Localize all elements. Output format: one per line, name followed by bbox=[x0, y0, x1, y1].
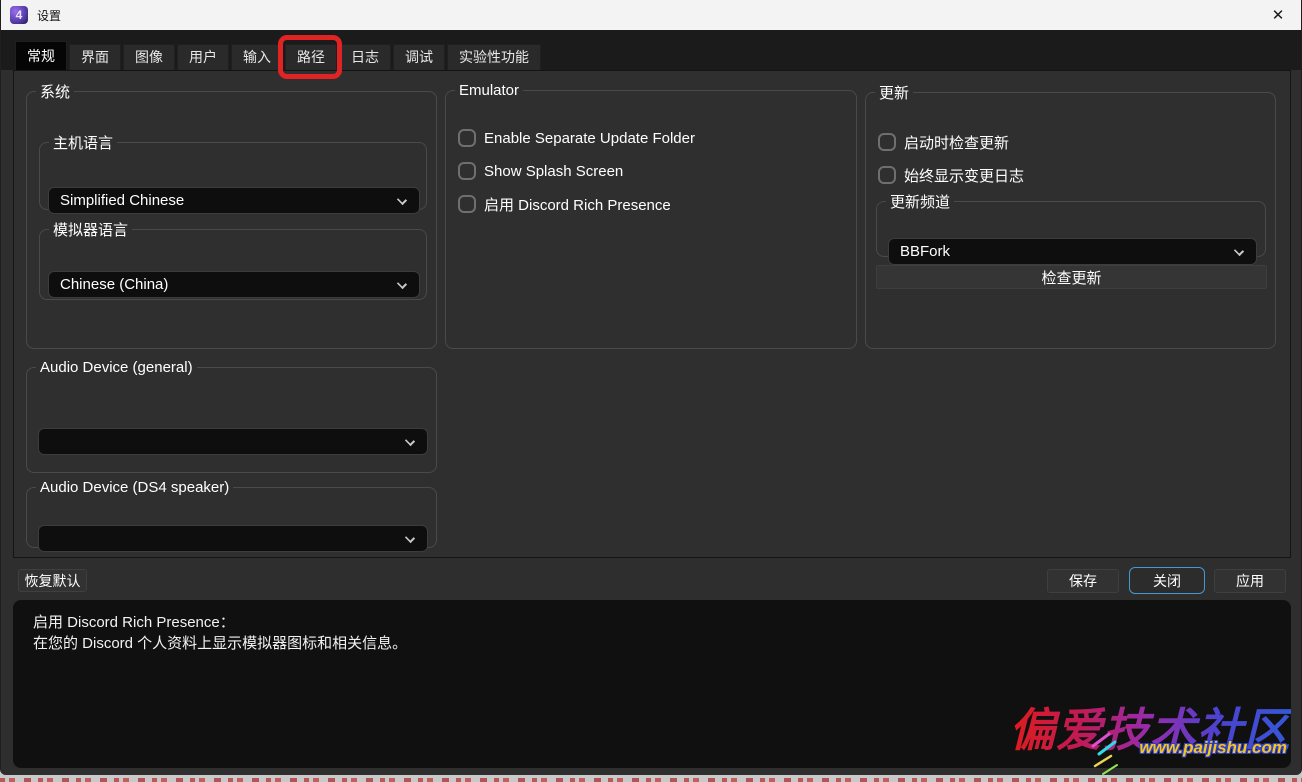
tab-debug[interactable]: 调试 bbox=[393, 44, 445, 70]
checkbox-icon[interactable] bbox=[458, 129, 476, 147]
update-channel-label: 更新频道 bbox=[886, 191, 954, 212]
tab-paths[interactable]: 路径 bbox=[285, 44, 337, 70]
tabs-container: 常规 界面 图像 用户 输入 路径 日志 调试 实验性功能 bbox=[15, 41, 541, 70]
tab-strip: 常规 界面 图像 用户 输入 路径 日志 调试 实验性功能 bbox=[1, 30, 1301, 70]
checkbox-check-updates-at-startup[interactable]: 启动时检查更新 bbox=[878, 131, 1009, 153]
settings-dialog: 4 设置 ✕ 常规 界面 图像 用户 输入 路径 日志 调试 实验性功能 系统 … bbox=[0, 0, 1302, 775]
apply-button[interactable]: 应用 bbox=[1214, 569, 1286, 593]
console-language-value: Simplified Chinese bbox=[60, 192, 184, 209]
checkbox-label: 始终显示变更日志 bbox=[904, 165, 1024, 186]
chevron-down-icon bbox=[1234, 246, 1244, 256]
checkbox-always-show-changelog[interactable]: 始终显示变更日志 bbox=[878, 164, 1024, 186]
tab-user[interactable]: 用户 bbox=[177, 44, 229, 70]
tab-interface[interactable]: 界面 bbox=[69, 44, 121, 70]
close-button[interactable]: 关闭 bbox=[1129, 567, 1205, 594]
chevron-down-icon bbox=[397, 195, 407, 205]
tab-experimental[interactable]: 实验性功能 bbox=[447, 44, 541, 70]
checkbox-label: Enable Separate Update Folder bbox=[484, 130, 695, 147]
console-language-dropdown[interactable]: Simplified Chinese bbox=[48, 187, 420, 214]
general-tab-pane: 系统 主机语言 Simplified Chinese 模拟器语言 Chinese… bbox=[13, 70, 1291, 558]
audio-device-general-dropdown[interactable] bbox=[38, 428, 428, 455]
update-group: 更新 启动时检查更新 始终显示变更日志 更新频道 BBFork 检查更新 bbox=[865, 82, 1276, 349]
emulator-language-group: 模拟器语言 Chinese (China) bbox=[39, 219, 427, 300]
restore-defaults-button[interactable]: 恢复默认 bbox=[18, 569, 87, 592]
titlebar: 4 设置 ✕ bbox=[1, 0, 1301, 30]
description-line1: 启用 Discord Rich Presence： bbox=[33, 612, 1271, 633]
checkbox-icon[interactable] bbox=[878, 166, 896, 184]
update-group-title: 更新 bbox=[875, 82, 913, 103]
tab-input[interactable]: 输入 bbox=[231, 44, 283, 70]
watermark-streaks-icon bbox=[1085, 732, 1125, 775]
system-group-title: 系统 bbox=[36, 81, 74, 102]
checkbox-icon[interactable] bbox=[878, 133, 896, 151]
audio-device-ds4-group: Audio Device (DS4 speaker) bbox=[26, 479, 437, 548]
checkbox-label: 启动时检查更新 bbox=[904, 132, 1009, 153]
update-channel-value: BBFork bbox=[900, 243, 950, 260]
console-language-label: 主机语言 bbox=[49, 132, 117, 153]
bottom-cutoff-strip bbox=[0, 775, 1302, 782]
system-group: 系统 主机语言 Simplified Chinese 模拟器语言 Chinese… bbox=[26, 81, 437, 349]
tab-general[interactable]: 常规 bbox=[15, 41, 67, 70]
tab-log[interactable]: 日志 bbox=[339, 44, 391, 70]
save-button[interactable]: 保存 bbox=[1047, 569, 1119, 593]
emulator-language-dropdown[interactable]: Chinese (China) bbox=[48, 271, 420, 298]
chevron-down-icon bbox=[405, 533, 415, 543]
checkbox-icon[interactable] bbox=[458, 195, 476, 213]
bottom-watermark-remnant bbox=[0, 778, 1302, 782]
emulator-language-value: Chinese (China) bbox=[60, 276, 168, 293]
audio-device-general-group: Audio Device (general) bbox=[26, 359, 437, 473]
checkbox-label: Show Splash Screen bbox=[484, 163, 623, 180]
checkbox-icon[interactable] bbox=[458, 162, 476, 180]
audio-device-ds4-dropdown[interactable] bbox=[38, 525, 428, 552]
update-channel-dropdown[interactable]: BBFork bbox=[888, 238, 1257, 265]
chevron-down-icon bbox=[405, 436, 415, 446]
app-icon: 4 bbox=[10, 6, 28, 24]
audio-device-general-label: Audio Device (general) bbox=[36, 359, 197, 376]
watermark-url: www.paijishu.com bbox=[1139, 738, 1287, 758]
checkbox-show-splash-screen[interactable]: Show Splash Screen bbox=[458, 160, 623, 182]
checkbox-label: 启用 Discord Rich Presence bbox=[484, 194, 671, 215]
emulator-group: Emulator Enable Separate Update Folder S… bbox=[445, 82, 857, 349]
tab-graphics[interactable]: 图像 bbox=[123, 44, 175, 70]
checkbox-discord-rich-presence[interactable]: 启用 Discord Rich Presence bbox=[458, 193, 671, 215]
emulator-language-label: 模拟器语言 bbox=[49, 219, 132, 240]
window-title: 设置 bbox=[37, 7, 61, 24]
description-line2: 在您的 Discord 个人资料上显示模拟器图标和相关信息。 bbox=[33, 633, 1271, 654]
check-updates-button[interactable]: 检查更新 bbox=[876, 265, 1267, 289]
update-channel-group: 更新频道 BBFork bbox=[876, 191, 1266, 257]
console-language-group: 主机语言 Simplified Chinese bbox=[39, 132, 427, 210]
emulator-group-title: Emulator bbox=[455, 82, 523, 99]
audio-device-ds4-label: Audio Device (DS4 speaker) bbox=[36, 479, 233, 496]
close-window-button[interactable]: ✕ bbox=[1255, 0, 1301, 30]
chevron-down-icon bbox=[397, 279, 407, 289]
checkbox-separate-update-folder[interactable]: Enable Separate Update Folder bbox=[458, 127, 695, 149]
